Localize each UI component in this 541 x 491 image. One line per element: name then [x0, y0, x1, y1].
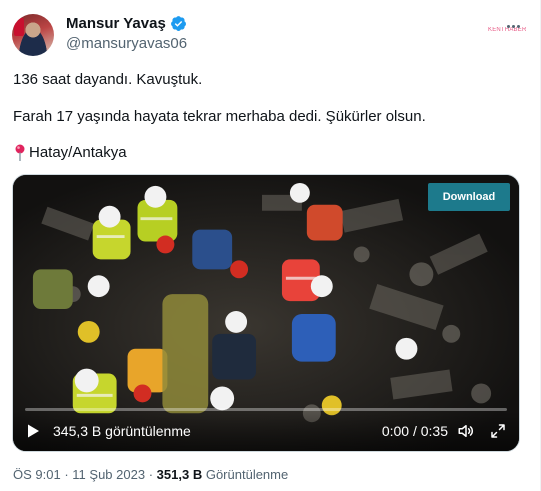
tweet-view-count: 351,3 B — [156, 467, 203, 482]
video-player[interactable]: Download 345,3 B görüntülenme 0:00 / 0:3… — [12, 174, 520, 452]
verified-badge-icon — [170, 16, 186, 31]
author-name[interactable]: Mansur Yavaş — [66, 15, 166, 32]
video-progress-bar[interactable] — [25, 408, 507, 411]
video-view-count: 345,3 B görüntülenme — [53, 423, 191, 439]
avatar[interactable] — [12, 14, 54, 56]
meta-separator: · — [148, 467, 154, 482]
tweet-card: Mansur Yavaş @mansuryavas06 KENTHABER 13… — [0, 0, 541, 491]
download-button[interactable]: Download — [428, 183, 510, 211]
author-handle[interactable]: @mansuryavas06 — [66, 35, 187, 52]
tweet-time[interactable]: ÖS 9:01 — [13, 467, 61, 482]
tweet-date[interactable]: 11 Şub 2023 — [72, 467, 145, 482]
flag-icon — [14, 18, 24, 36]
tweet-view-label: Görüntülenme — [205, 467, 289, 482]
tweet-text-line-1: 136 saat dayandı. Kavuştuk. — [13, 71, 203, 88]
author-row: Mansur Yavaş — [66, 15, 187, 32]
tweet-meta: ÖS 9:01 · 11 Şub 2023 · 351,3 B Görüntül… — [13, 467, 288, 482]
video-time: 0:00 / 0:35 — [381, 423, 448, 439]
volume-icon[interactable] — [457, 422, 475, 440]
fullscreen-icon[interactable] — [489, 422, 507, 440]
location-label: Hatay/Antakya — [29, 144, 127, 161]
more-options-icon[interactable] — [503, 16, 523, 36]
tweet-text-line-2: Farah 17 yaşında hayata tekrar merhaba d… — [13, 108, 426, 125]
tweet-location: Hatay/Antakya — [13, 143, 127, 163]
meta-separator: · — [64, 467, 69, 482]
play-icon[interactable] — [25, 423, 41, 439]
pin-icon — [15, 144, 25, 161]
